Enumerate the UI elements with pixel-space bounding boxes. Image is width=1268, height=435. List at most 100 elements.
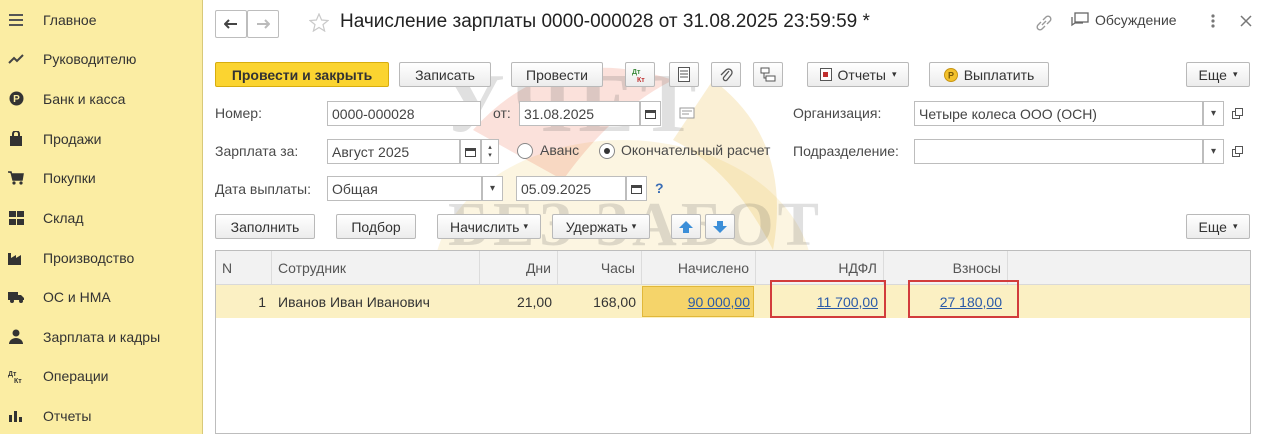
accrued-link[interactable]: 90 000,00: [688, 294, 750, 310]
advance-radio[interactable]: [517, 143, 533, 159]
more-button[interactable]: Еще ▾: [1186, 62, 1250, 87]
division-dropdown-button[interactable]: ▾: [1203, 139, 1224, 164]
column-header-hours[interactable]: Часы: [558, 251, 642, 284]
svg-text:P: P: [948, 70, 954, 80]
chevron-down-icon: ▾: [1232, 69, 1238, 79]
star-icon[interactable]: [309, 13, 329, 32]
division-label: Подразделение:: [793, 143, 899, 159]
cell-hours[interactable]: 168,00: [558, 285, 642, 318]
bar-chart-icon: [8, 408, 24, 424]
pay-button[interactable]: P Выплатить: [929, 62, 1049, 87]
report-icon: [819, 68, 832, 81]
document-number-icon[interactable]: [679, 106, 695, 120]
pay-date-type-field[interactable]: Общая: [327, 176, 482, 201]
discussion-label: Обсуждение: [1095, 12, 1177, 28]
chevron-down-icon: ▾: [1210, 146, 1217, 157]
sidebar-item-main[interactable]: Главное: [0, 0, 202, 39]
svg-text:Кт: Кт: [637, 77, 645, 83]
cell-days[interactable]: 21,00: [480, 285, 558, 318]
column-header-accrued[interactable]: Начислено: [642, 251, 756, 284]
organization-field[interactable]: Четыре колеса ООО (ОСН): [914, 101, 1203, 126]
sidebar-item-assets[interactable]: ОС и НМА: [0, 277, 202, 316]
date-field[interactable]: 31.08.2025: [519, 101, 640, 126]
svg-text:Дт: Дт: [8, 371, 17, 378]
table-row[interactable]: 1 Иванов Иван Иванович 21,00 168,00 90 0…: [216, 285, 1250, 318]
link-icon[interactable]: [1035, 14, 1053, 32]
chevron-down-icon: ▾: [631, 221, 637, 231]
column-header-days[interactable]: Дни: [480, 251, 558, 284]
period-calendar-button[interactable]: [460, 139, 481, 164]
sidebar: Главное Руководителю P Банк и касса Прод…: [0, 0, 203, 434]
sidebar-item-reports[interactable]: Отчеты: [0, 396, 202, 435]
move-down-button[interactable]: [705, 214, 735, 239]
coin-icon: P: [943, 67, 958, 82]
dtkt-button[interactable]: Дт Кт: [625, 62, 655, 87]
document-list-button[interactable]: [669, 62, 699, 87]
forward-button[interactable]: [247, 10, 279, 38]
factory-icon: [8, 250, 24, 266]
cell-accrued[interactable]: 90 000,00: [642, 285, 756, 318]
sidebar-item-bank[interactable]: P Банк и касса: [0, 79, 202, 118]
sidebar-item-salary[interactable]: Зарплата и кадры: [0, 317, 202, 356]
number-field[interactable]: 0000-000028: [327, 101, 481, 126]
post-button[interactable]: Провести: [511, 62, 603, 87]
trend-icon: [8, 51, 24, 67]
column-header-n[interactable]: N: [216, 251, 272, 284]
open-icon: [1232, 108, 1243, 119]
sidebar-item-manager[interactable]: Руководителю: [0, 39, 202, 78]
final-calculation-radio[interactable]: [599, 143, 615, 159]
pay-date-field[interactable]: 05.09.2025: [516, 176, 626, 201]
withhold-dropdown[interactable]: Удержать ▾: [552, 214, 650, 239]
contributions-highlight-box: [908, 280, 1019, 318]
salary-period-field[interactable]: Август 2025: [327, 139, 460, 164]
select-button[interactable]: Подбор: [336, 214, 416, 239]
structure-button[interactable]: [753, 62, 783, 87]
reports-dropdown[interactable]: Отчеты ▾: [807, 62, 909, 87]
column-header-employee[interactable]: Сотрудник: [272, 251, 480, 284]
move-up-button[interactable]: [671, 214, 701, 239]
chevron-down-icon: ▾: [1232, 221, 1238, 231]
organization-open-button[interactable]: [1227, 101, 1248, 126]
more-label: Еще: [1198, 218, 1227, 235]
number-label: Номер:: [215, 105, 262, 121]
fill-button[interactable]: Заполнить: [215, 214, 315, 239]
chevron-down-icon: ▾: [891, 69, 897, 79]
cart-icon: [8, 170, 24, 186]
sidebar-item-label: Производство: [43, 249, 135, 266]
cell-employee[interactable]: Иванов Иван Иванович: [272, 285, 480, 318]
menu-icon: [8, 12, 24, 28]
organization-label: Организация:: [793, 105, 882, 121]
calendar-icon: [631, 184, 642, 194]
sidebar-item-label: ОС и НМА: [43, 288, 111, 305]
calendar-button[interactable]: [640, 101, 661, 126]
post-and-close-button[interactable]: Провести и закрыть: [215, 62, 389, 87]
period-stepper[interactable]: ▴ ▾: [481, 139, 499, 164]
document-form: УЧЕТ БЕЗ ЗАБОТ Начисление зарплаты 0000-…: [203, 0, 1268, 434]
pay-date-type-dropdown[interactable]: ▾: [482, 176, 503, 201]
discussion-button[interactable]: Обсуждение: [1071, 12, 1177, 28]
hierarchy-icon: [760, 67, 776, 82]
help-icon[interactable]: ?: [655, 180, 664, 196]
division-open-button[interactable]: [1227, 139, 1248, 164]
more-vertical-icon[interactable]: [1211, 13, 1221, 33]
close-icon[interactable]: [1239, 14, 1253, 31]
back-button[interactable]: [215, 10, 247, 38]
chevron-down-icon: ▾: [488, 151, 492, 159]
sidebar-item-operations[interactable]: Дт Кт Операции: [0, 356, 202, 395]
division-field[interactable]: [914, 139, 1203, 164]
sidebar-item-label: Операции: [43, 367, 109, 384]
accrue-dropdown[interactable]: Начислить ▾: [437, 214, 541, 239]
pay-date-calendar-button[interactable]: [626, 176, 647, 201]
sidebar-item-purchases[interactable]: Покупки: [0, 158, 202, 197]
cell-n: 1: [258, 293, 266, 310]
save-button[interactable]: Записать: [399, 62, 491, 87]
table-more-button[interactable]: Еще ▾: [1186, 214, 1250, 239]
sidebar-item-production[interactable]: Производство: [0, 238, 202, 277]
sidebar-item-sales[interactable]: Продажи: [0, 119, 202, 158]
table-header: N Сотрудник Дни Часы Начислено НДФЛ Взно…: [216, 251, 1250, 285]
sidebar-item-label: Отчеты: [43, 407, 92, 424]
organization-dropdown-button[interactable]: ▾: [1203, 101, 1224, 126]
sidebar-item-warehouse[interactable]: Склад: [0, 198, 202, 237]
attach-button[interactable]: [711, 62, 741, 87]
pay-date-label: Дата выплаты:: [215, 181, 311, 197]
